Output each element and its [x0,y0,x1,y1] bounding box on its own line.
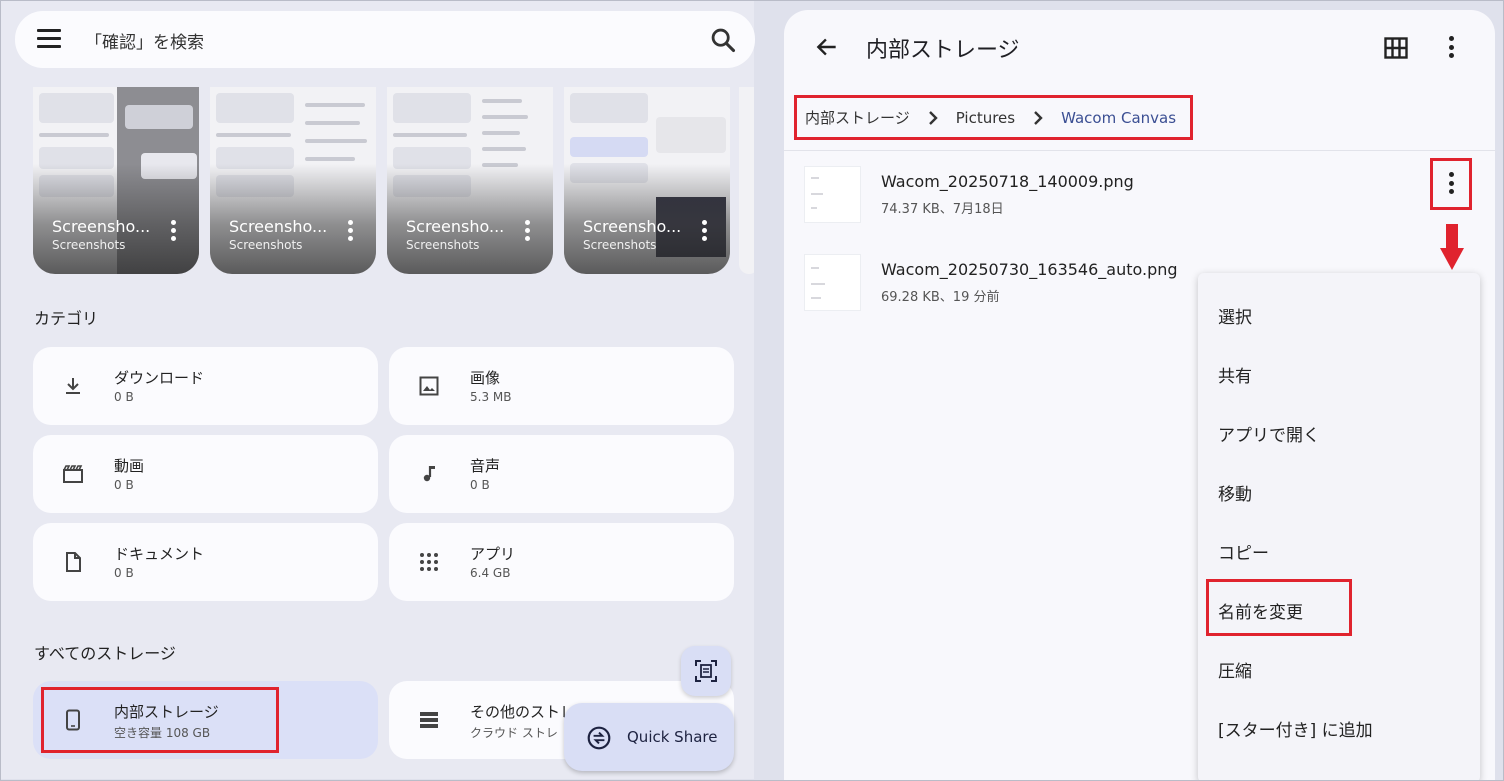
more-vert-icon [1433,161,1469,194]
red-down-arrow-icon [1440,224,1464,270]
storage-label: その他のストレ [470,703,576,721]
category-apps[interactable]: アプリ 6.4 GB [389,523,734,601]
menu-item-move[interactable]: 移動 [1218,480,1252,505]
recent-folder: Screenshots [583,238,657,252]
quick-share-icon [587,726,611,750]
search-bar[interactable]: 「確認」を検索 [15,11,755,68]
phone-icon [66,709,80,731]
chevron-right-icon [928,110,938,125]
image-icon [419,376,439,396]
chevron-right-icon [1034,110,1043,125]
file-thumbnail [804,254,861,311]
recent-folder: Screenshots [406,238,480,252]
page-title: 内部ストレージ [866,38,1020,63]
recent-files-strip: Screensho... Screenshots Screensho... Sc… [1,87,754,277]
storage-stack-icon [420,712,438,728]
more-vert-icon[interactable] [1449,36,1457,62]
recent-folder: Screenshots [52,238,126,252]
breadcrumb-item[interactable]: Pictures [956,109,1015,127]
quick-share-label: Quick Share [627,728,718,746]
category-documents[interactable]: ドキュメント 0 B [33,523,378,601]
category-images[interactable]: 画像 5.3 MB [389,347,734,425]
menu-item-compress[interactable]: 圧縮 [1218,657,1252,682]
category-size: 0 B [114,478,134,492]
category-size: 0 B [114,390,134,404]
menu-item-share[interactable]: 共有 [1218,362,1252,387]
file-row[interactable]: Wacom_20250718_140009.png 74.37 KB、7月18日 [784,152,1495,240]
grid-view-icon[interactable] [1384,37,1408,59]
left-pane: 「確認」を検索 Screensho... Screenshots Screens… [1,1,755,779]
breadcrumb-current[interactable]: Wacom Canvas [1061,109,1176,127]
recent-name: Screensho... [406,217,505,236]
category-size: 6.4 GB [470,566,511,580]
hamburger-menu-icon[interactable] [37,29,61,49]
breadcrumb-item[interactable]: 内部ストレージ [805,107,910,128]
right-pane: 内部ストレージ 内部ストレージ Pictures Wacom Canvas Wa… [784,10,1495,781]
recent-thumb[interactable]: Screensho... Screenshots [387,87,553,274]
menu-item-copy[interactable]: コピー [1218,539,1269,564]
category-downloads[interactable]: ダウンロード 0 B [33,347,378,425]
breadcrumb: 内部ストレージ Pictures Wacom Canvas [794,95,1193,140]
scan-button[interactable] [681,646,731,696]
more-vert-icon[interactable] [348,220,354,244]
category-label: ダウンロード [114,369,205,387]
search-input[interactable]: 「確認」を検索 [85,28,204,53]
category-label: 画像 [470,369,501,387]
category-label: 動画 [114,457,145,475]
more-vert-icon[interactable] [525,220,531,244]
video-icon [63,465,83,483]
all-storage-title: すべてのストレージ [34,644,176,663]
scan-document-icon [695,660,717,682]
category-size: 5.3 MB [470,390,512,404]
recent-name: Screensho... [52,217,151,236]
context-menu: 選択 共有 アプリで開く 移動 コピー 名前を変更 圧縮 [スター付き] に追加 [1198,273,1480,781]
category-label: アプリ [470,545,516,563]
document-icon [66,552,81,572]
download-icon [66,378,80,394]
storage-internal[interactable]: 内部ストレージ 空き容量 108 GB [33,681,378,759]
category-label: ドキュメント [114,545,205,563]
menu-item-add-starred[interactable]: [スター付き] に追加 [1218,716,1373,741]
menu-item-open-with[interactable]: アプリで開く [1218,421,1320,446]
back-arrow-icon[interactable] [814,34,840,60]
storage-sub: クラウド ストレ [470,726,558,740]
category-label: 音声 [470,457,501,475]
recent-thumb[interactable]: Screensho... Screenshots [564,87,730,274]
recent-thumb-partial[interactable] [739,87,754,274]
category-videos[interactable]: 動画 0 B [33,435,378,513]
quick-share-button[interactable]: Quick Share [564,703,734,771]
recent-name: Screensho... [583,217,682,236]
file-thumbnail [804,166,861,223]
categories-title: カテゴリ [34,309,99,328]
category-size: 0 B [114,566,134,580]
category-audio[interactable]: 音声 0 B [389,435,734,513]
more-vert-icon[interactable] [171,220,177,244]
recent-thumb[interactable]: Screensho... Screenshots [210,87,376,274]
menu-item-rename[interactable]: 名前を変更 [1218,598,1303,623]
more-vert-icon[interactable] [702,220,708,244]
music-note-icon [423,466,435,482]
file-meta: 69.28 KB、19 分前 [881,290,1000,305]
file-name: Wacom_20250730_163546_auto.png [881,260,1178,279]
divider [784,150,1495,151]
apps-grid-icon [420,553,438,571]
file-meta: 74.37 KB、7月18日 [881,202,1004,217]
menu-item-select[interactable]: 選択 [1218,303,1252,328]
recent-thumb[interactable]: Screensho... Screenshots [33,87,199,274]
category-size: 0 B [470,478,490,492]
storage-free: 空き容量 108 GB [114,726,211,740]
top-app-bar: 内部ストレージ [784,10,1495,80]
recent-folder: Screenshots [229,238,303,252]
file-more-button[interactable] [1430,158,1472,210]
search-icon[interactable] [709,26,737,54]
storage-label: 内部ストレージ [114,703,219,721]
recent-name: Screensho... [229,217,328,236]
file-name: Wacom_20250718_140009.png [881,172,1134,191]
